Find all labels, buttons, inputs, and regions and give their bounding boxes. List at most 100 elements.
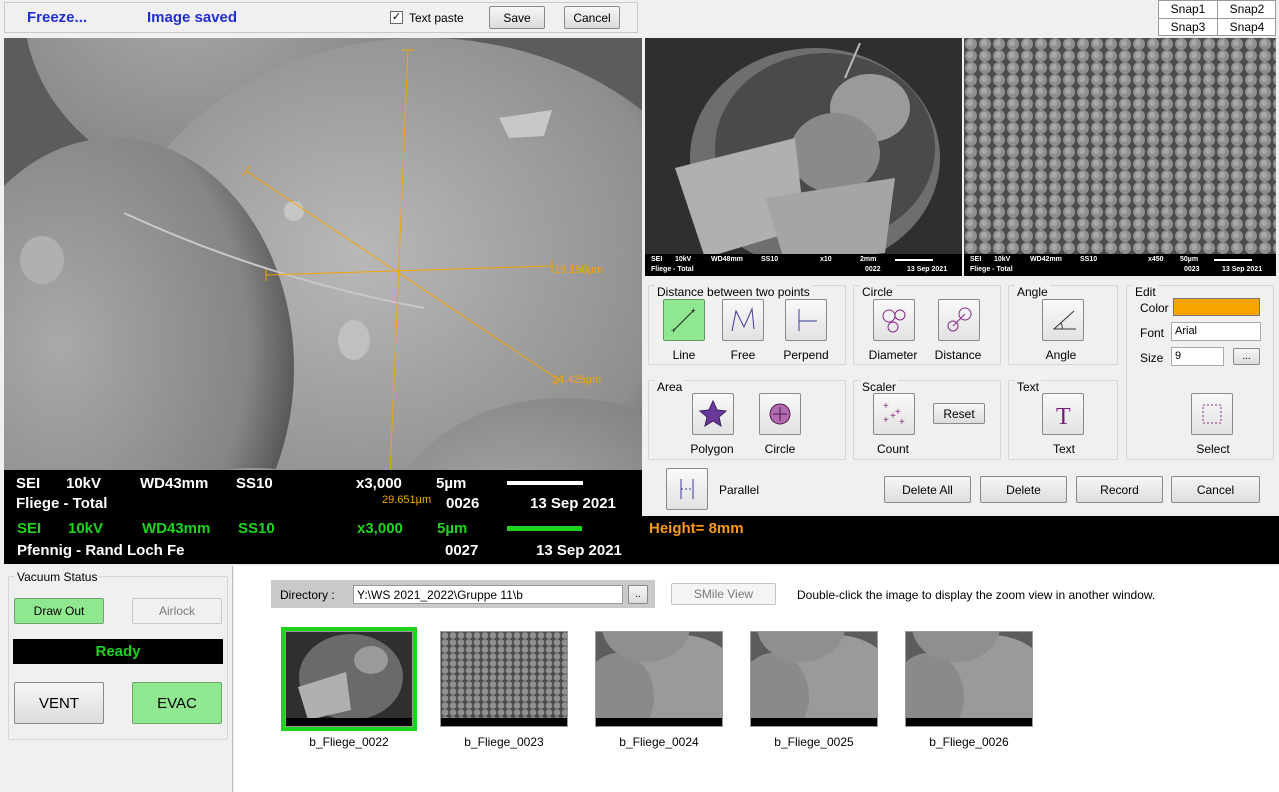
live-title: Pfennig - Rand Loch Fe [17, 542, 185, 559]
thumbnail-0022-image [286, 632, 412, 726]
perpend-tool-button[interactable] [785, 299, 827, 341]
font-label: Font [1140, 326, 1165, 340]
thumbnail-0022[interactable] [285, 631, 413, 727]
color-swatch[interactable] [1173, 298, 1260, 316]
svg-text:+: + [691, 306, 696, 315]
tools-cancel-button[interactable]: Cancel [1171, 476, 1260, 503]
airlock-button[interactable]: Airlock [132, 598, 222, 624]
bar-ss: SS10 [236, 475, 273, 492]
polygon-tool-button[interactable] [692, 393, 734, 435]
live-databar: SEI 10kV WD43mm SS10 x3,000 5µm Height= … [4, 516, 1279, 564]
snap2-ss: SS10 [1080, 256, 1098, 263]
scale-bar [507, 481, 583, 485]
circle-distance-tool-button[interactable] [938, 299, 980, 341]
vacuum-status-title: Vacuum Status [15, 570, 100, 584]
svg-text:+: + [671, 326, 676, 335]
line-tool-button[interactable]: + + [663, 299, 705, 341]
perpendicular-icon [798, 309, 817, 331]
snapshot-image-2[interactable]: SEI 10kV WD42mm SS10 x450 50µm Fliege - … [964, 38, 1276, 276]
snap1-button[interactable]: Snap1 [1159, 1, 1218, 19]
live-mode: SEI [17, 520, 42, 537]
live-wd: WD43mm [142, 520, 211, 537]
snap1-number: 0022 [865, 266, 881, 273]
main-sem-image[interactable]: 19.150µm 24.425µm SEI 10kV WD43mm SS10 x… [4, 38, 642, 516]
svg-text:+: + [899, 417, 905, 428]
size-input[interactable]: 9 [1171, 347, 1224, 366]
record-button[interactable]: Record [1076, 476, 1163, 503]
select-dashed-icon [1202, 404, 1222, 424]
angle-tool-button[interactable] [1042, 299, 1084, 341]
area-circle-tool-button[interactable] [759, 393, 801, 435]
snap2-wd: WD42mm [1030, 256, 1062, 263]
save-button[interactable]: Save [489, 6, 545, 29]
draw-out-button[interactable]: Draw Out [14, 598, 104, 624]
svg-text:+: + [883, 401, 889, 412]
snap1-date: 13 Sep 2021 [907, 266, 948, 273]
delete-all-button[interactable]: Delete All [884, 476, 971, 503]
circle-distance-tool-label: Distance [934, 348, 982, 362]
snap1-mag: x10 [820, 256, 832, 263]
live-date: 13 Sep 2021 [536, 542, 622, 559]
bar-wd: WD43mm [140, 475, 209, 492]
directory-input[interactable]: Y:\WS 2021_2022\Gruppe 11\b [353, 585, 623, 604]
parallel-icon [680, 479, 694, 499]
select-tool-button[interactable] [1191, 393, 1233, 435]
angle-tool-label: Angle [1045, 348, 1077, 362]
snapshot-image-1[interactable]: SEI 10kV WD48mm SS10 x10 2mm Fliege - To… [645, 38, 962, 276]
thumbnail-label-0022: b_Fliege_0022 [309, 735, 389, 749]
font-input[interactable]: Arial [1171, 322, 1261, 341]
diameter-tool-button[interactable] [873, 299, 915, 341]
evac-button[interactable]: EVAC [132, 682, 222, 724]
svg-text:+: + [890, 411, 896, 422]
diameter-icon [882, 309, 906, 333]
reset-button[interactable]: Reset [933, 403, 985, 424]
snap2-title: Fliege - Total [970, 266, 1013, 273]
parallel-tool-button[interactable] [666, 468, 708, 510]
vacuum-ready-indicator: Ready [13, 639, 223, 664]
bar-scale: 5µm [436, 475, 467, 492]
snap4-button[interactable]: Snap4 [1218, 19, 1276, 36]
freeze-label[interactable]: Freeze... [27, 9, 87, 26]
snap2-scale-bar [1214, 259, 1252, 261]
free-line-icon [731, 307, 755, 332]
snap2-button[interactable]: Snap2 [1218, 1, 1276, 19]
thumbnail-0024[interactable] [595, 631, 723, 727]
thumbnail-0025[interactable] [750, 631, 878, 727]
snap1-title: Fliege - Total [651, 266, 694, 273]
smile-view-button[interactable]: SMile View [671, 583, 776, 605]
edit-group-title: Edit [1133, 285, 1158, 299]
cancel-button[interactable]: Cancel [564, 6, 620, 29]
thumbnail-label-0023: b_Fliege_0023 [464, 735, 544, 749]
count-tool-label: Count [876, 442, 910, 456]
text-tool-label: Text [1052, 442, 1075, 456]
area-circle-tool-label: Circle [764, 442, 796, 456]
live-ss: SS10 [238, 520, 275, 537]
snap2-scale: 50µm [1180, 256, 1199, 263]
free-tool-button[interactable] [722, 299, 764, 341]
svg-text:+: + [883, 415, 889, 426]
thumbnail-0026[interactable] [905, 631, 1033, 727]
bar-mode: SEI [16, 475, 41, 492]
distance-group-title: Distance between two points [655, 285, 812, 299]
bar-kv: 10kV [66, 475, 102, 492]
thumbnail-label-0026: b_Fliege_0026 [929, 735, 1009, 749]
snap1-kv: 10kV [675, 256, 692, 263]
directory-browse-button[interactable]: .. [628, 585, 648, 604]
live-mag: x3,000 [357, 520, 403, 537]
vent-button[interactable]: VENT [14, 682, 104, 724]
thumbnail-0023[interactable] [440, 631, 568, 727]
top-toolbar: Freeze... Image saved ✓ Text paste Save … [4, 2, 638, 33]
circle-distance-icon [947, 307, 972, 332]
snap2-date: 13 Sep 2021 [1222, 266, 1263, 273]
font-browse-button[interactable]: ... [1233, 348, 1260, 365]
snap3-button[interactable]: Snap3 [1159, 19, 1218, 36]
text-tool-button[interactable]: T [1042, 393, 1084, 435]
delete-button[interactable]: Delete [980, 476, 1067, 503]
count-tool-button[interactable]: + + + + + [873, 393, 915, 435]
size-label: Size [1140, 351, 1164, 365]
angle-group-title: Angle [1015, 285, 1050, 299]
text-paste-checkbox[interactable]: ✓ [390, 11, 403, 24]
snap1-scale: 2mm [860, 256, 877, 263]
scaler-group-title: Scaler [860, 380, 899, 394]
perpend-tool-label: Perpend [783, 348, 829, 362]
